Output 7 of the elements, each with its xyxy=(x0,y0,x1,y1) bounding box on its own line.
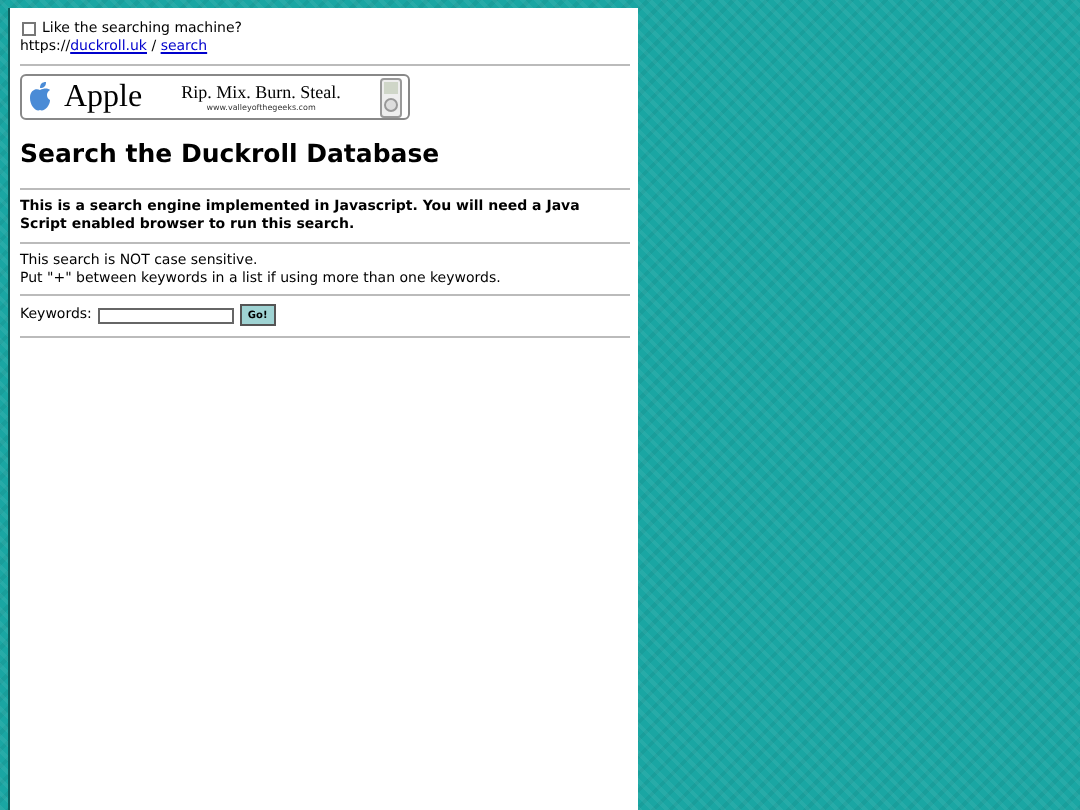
page-heading: Search the Duckroll Database xyxy=(20,138,442,168)
keywords-field[interactable] xyxy=(97,307,234,323)
banner-brand: Apple xyxy=(64,79,143,115)
music-player-icon xyxy=(380,77,402,117)
banner-slogan: Rip. Mix. Burn. Steal. xyxy=(181,82,341,102)
apple-logo-icon xyxy=(28,82,52,112)
checkbox[interactable] xyxy=(22,22,36,36)
